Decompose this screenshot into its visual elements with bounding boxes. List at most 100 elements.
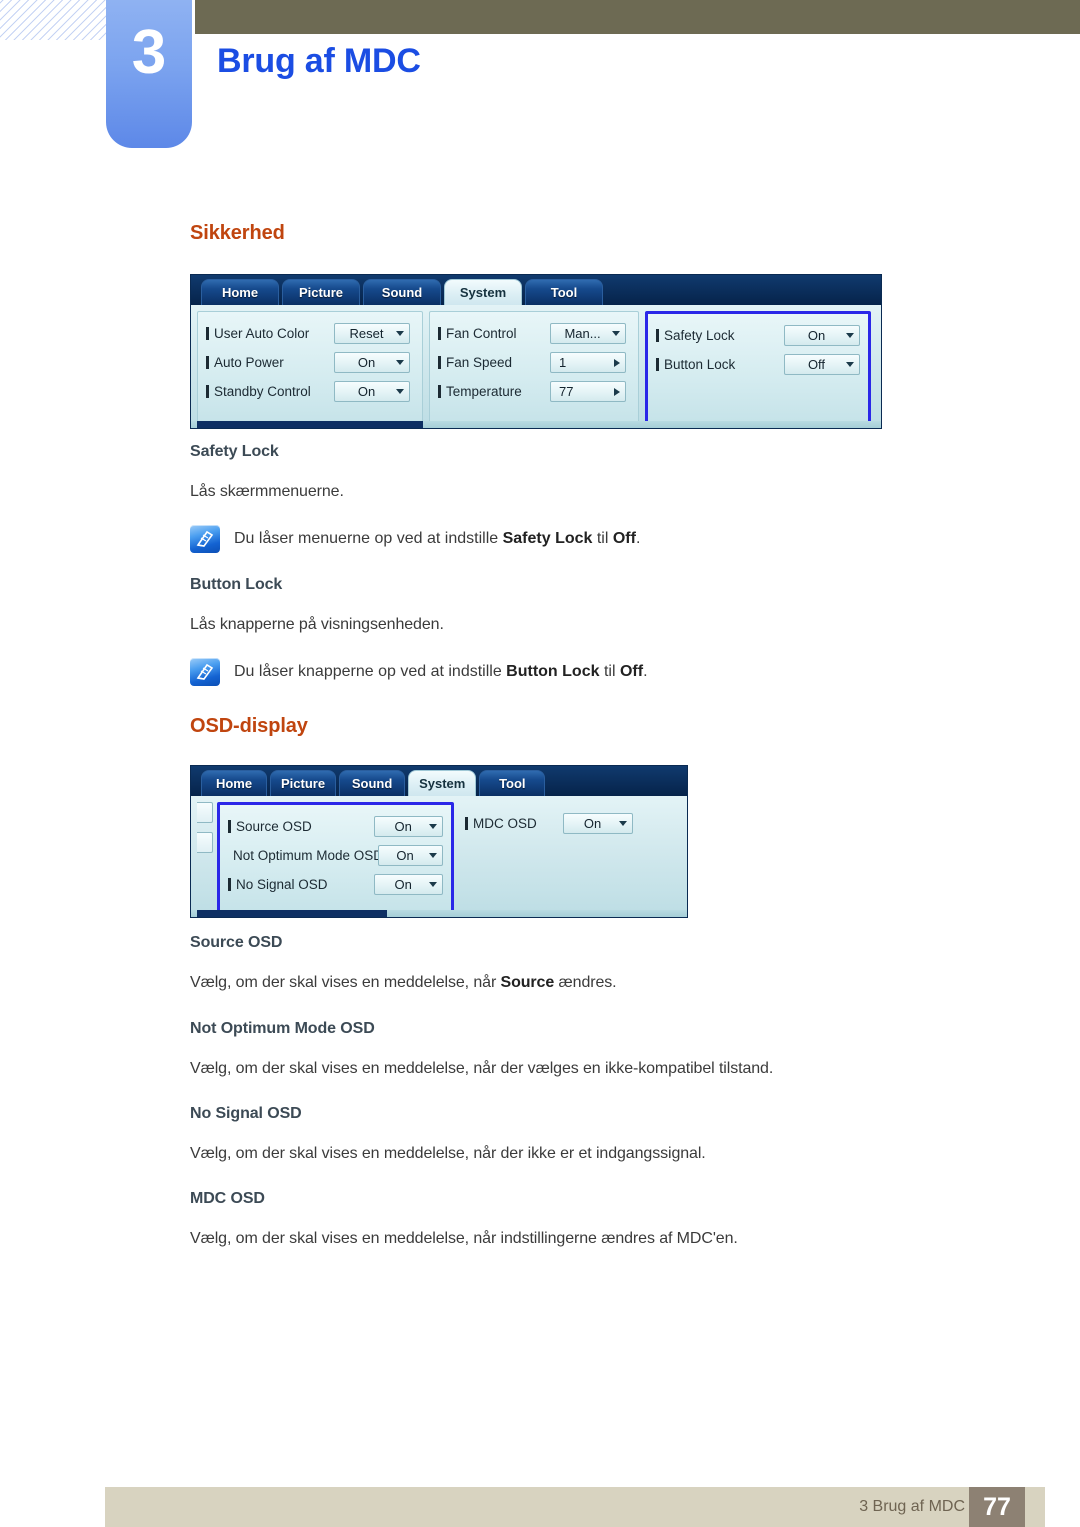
subheading-button-lock: Button Lock (190, 576, 283, 593)
mdc-tab-picture[interactable]: Picture (282, 279, 360, 305)
document-page: 3 Brug af MDC Sikkerhed Home Picture Sou… (0, 0, 1080, 1527)
note-pencil-icon (190, 525, 220, 553)
mdc-dropdown-safety-lock[interactable]: On (784, 325, 860, 346)
mdc-value-standby-control: On (357, 384, 376, 399)
mdc-partial-control (197, 832, 213, 853)
mdc-stepper-fan-speed[interactable]: 1 (550, 352, 626, 373)
mdc-osd-body: Source OSD On Not Optimum Mode OSD On No… (191, 796, 687, 917)
chevron-down-icon (429, 882, 437, 887)
chevron-down-icon (429, 853, 437, 858)
page-number: 77 (969, 1487, 1025, 1527)
note-pencil-icon (190, 658, 220, 686)
mdc-label-temperature: Temperature (438, 384, 550, 399)
section-heading-osd-display: OSD-display (190, 715, 308, 737)
subheading-not-optimum-mode-osd: Not Optimum Mode OSD (190, 1020, 375, 1037)
mdc-label-fan-control: Fan Control (438, 326, 550, 341)
mdc-label-fan-speed: Fan Speed (438, 355, 550, 370)
mdc-tab-system[interactable]: System (444, 279, 522, 305)
note-button-lock: Du låser knapperne op ved at indstille B… (190, 658, 890, 686)
mdc-tab-sound[interactable]: Sound (363, 279, 441, 305)
body-safety-lock: Lås skærmmenuerne. (190, 483, 344, 500)
mdc-row-standby-control: Standby Control On (206, 377, 414, 406)
body-button-lock: Lås knapperne på visningsenheden. (190, 616, 444, 633)
note-safety-lock: Du låser menuerne op ved at indstille Sa… (190, 525, 890, 553)
body-no-signal-osd: Vælg, om der skal vises en meddelelse, n… (190, 1145, 706, 1162)
subheading-no-signal-osd: No Signal OSD (190, 1105, 302, 1122)
header-olive-bar (195, 0, 1080, 34)
chevron-down-icon (619, 821, 627, 826)
chapter-number: 3 (131, 18, 167, 87)
mdc-row-safety-lock: Safety Lock On (656, 321, 860, 350)
chevron-down-icon (846, 333, 854, 338)
body-mdc-osd: Vælg, om der skal vises en meddelelse, n… (190, 1230, 738, 1247)
chevron-down-icon (396, 360, 404, 365)
mdc-stepper-temperature[interactable]: 77 (550, 381, 626, 402)
mdc-tab-bar: Home Picture Sound System Tool (191, 275, 881, 305)
mdc-tab-home[interactable]: Home (201, 279, 279, 305)
chevron-right-icon[interactable] (614, 358, 620, 367)
chapter-number-tab: 3 (106, 0, 192, 148)
mdc-tab-home[interactable]: Home (201, 770, 267, 796)
body-not-optimum-mode-osd: Vælg, om der skal vises en meddelelse, n… (190, 1060, 774, 1077)
mdc-value-source-osd: On (394, 819, 412, 834)
mdc-dropdown-no-signal-osd[interactable]: On (374, 874, 443, 895)
mdc-system-screenshot: Home Picture Sound System Tool User Auto… (190, 274, 882, 429)
mdc-row-mdc-osd: MDC OSD On (465, 809, 634, 838)
mdc-partial-control (197, 802, 213, 823)
mdc-group-general: User Auto Color Reset Auto Power On Stan… (197, 311, 423, 428)
mdc-scrollbar-thumb[interactable] (197, 910, 387, 917)
mdc-label-safety-lock: Safety Lock (656, 328, 784, 343)
mdc-system-body: User Auto Color Reset Auto Power On Stan… (191, 305, 881, 428)
mdc-value-button-lock: Off (807, 357, 826, 372)
mdc-label-mdc-osd: MDC OSD (465, 816, 563, 831)
mdc-tab-bar: Home Picture Sound System Tool (191, 766, 687, 796)
mdc-dropdown-auto-power[interactable]: On (334, 352, 410, 373)
mdc-label-button-lock: Button Lock (656, 357, 784, 372)
mdc-label-user-auto-color: User Auto Color (206, 326, 334, 341)
chevron-down-icon (396, 389, 404, 394)
note-safety-lock-text: Du låser menuerne op ved at indstille Sa… (234, 530, 641, 547)
mdc-value-mdc-osd: On (583, 816, 602, 831)
mdc-tab-sound[interactable]: Sound (339, 770, 406, 796)
mdc-row-temperature: Temperature 77 (438, 377, 630, 406)
decorative-hatch-pattern (0, 0, 108, 40)
mdc-group-osd-highlighted: Source OSD On Not Optimum Mode OSD On No… (217, 802, 454, 917)
mdc-row-no-signal-osd: No Signal OSD On (228, 870, 443, 899)
mdc-dropdown-mdc-osd[interactable]: On (563, 813, 633, 834)
mdc-dropdown-not-optimum-mode-osd[interactable]: On (378, 845, 443, 866)
mdc-value-safety-lock: On (807, 328, 826, 343)
mdc-row-user-auto-color: User Auto Color Reset (206, 319, 414, 348)
mdc-dropdown-fan-control[interactable]: Man... (550, 323, 626, 344)
mdc-dropdown-standby-control[interactable]: On (334, 381, 410, 402)
mdc-tab-tool[interactable]: Tool (479, 770, 546, 796)
chevron-down-icon (846, 362, 854, 367)
mdc-value-temperature: 77 (559, 384, 574, 399)
subheading-safety-lock: Safety Lock (190, 443, 279, 460)
mdc-value-user-auto-color: Reset (349, 326, 384, 341)
mdc-group-fan: Fan Control Man... Fan Speed 1 Temperatu… (429, 311, 639, 428)
chevron-right-icon[interactable] (614, 387, 620, 396)
mdc-dropdown-button-lock[interactable]: Off (784, 354, 860, 375)
mdc-row-auto-power: Auto Power On (206, 348, 414, 377)
mdc-group-lock-highlighted: Safety Lock On Button Lock Off (645, 311, 871, 428)
body-source-osd: Vælg, om der skal vises en meddelelse, n… (190, 974, 617, 991)
mdc-tab-tool[interactable]: Tool (525, 279, 603, 305)
mdc-tab-picture[interactable]: Picture (270, 770, 337, 796)
mdc-scrollbar-thumb[interactable] (197, 421, 423, 428)
subheading-source-osd: Source OSD (190, 934, 283, 951)
mdc-group-mdc-osd: MDC OSD On (457, 802, 642, 917)
mdc-value-not-optimum-mode-osd: On (396, 848, 414, 863)
mdc-row-source-osd: Source OSD On (228, 812, 443, 841)
chevron-down-icon (396, 331, 404, 336)
chevron-down-icon (429, 824, 437, 829)
mdc-row-fan-speed: Fan Speed 1 (438, 348, 630, 377)
subheading-mdc-osd: MDC OSD (190, 1190, 265, 1207)
footer-breadcrumb: 3 Brug af MDC (859, 1498, 965, 1515)
mdc-value-auto-power: On (357, 355, 376, 370)
page-title: Brug af MDC (217, 42, 421, 80)
mdc-dropdown-user-auto-color[interactable]: Reset (334, 323, 410, 344)
section-heading-sikkerhed: Sikkerhed (190, 222, 285, 244)
mdc-dropdown-source-osd[interactable]: On (374, 816, 443, 837)
mdc-label-source-osd: Source OSD (228, 819, 374, 834)
mdc-tab-system[interactable]: System (408, 770, 477, 796)
